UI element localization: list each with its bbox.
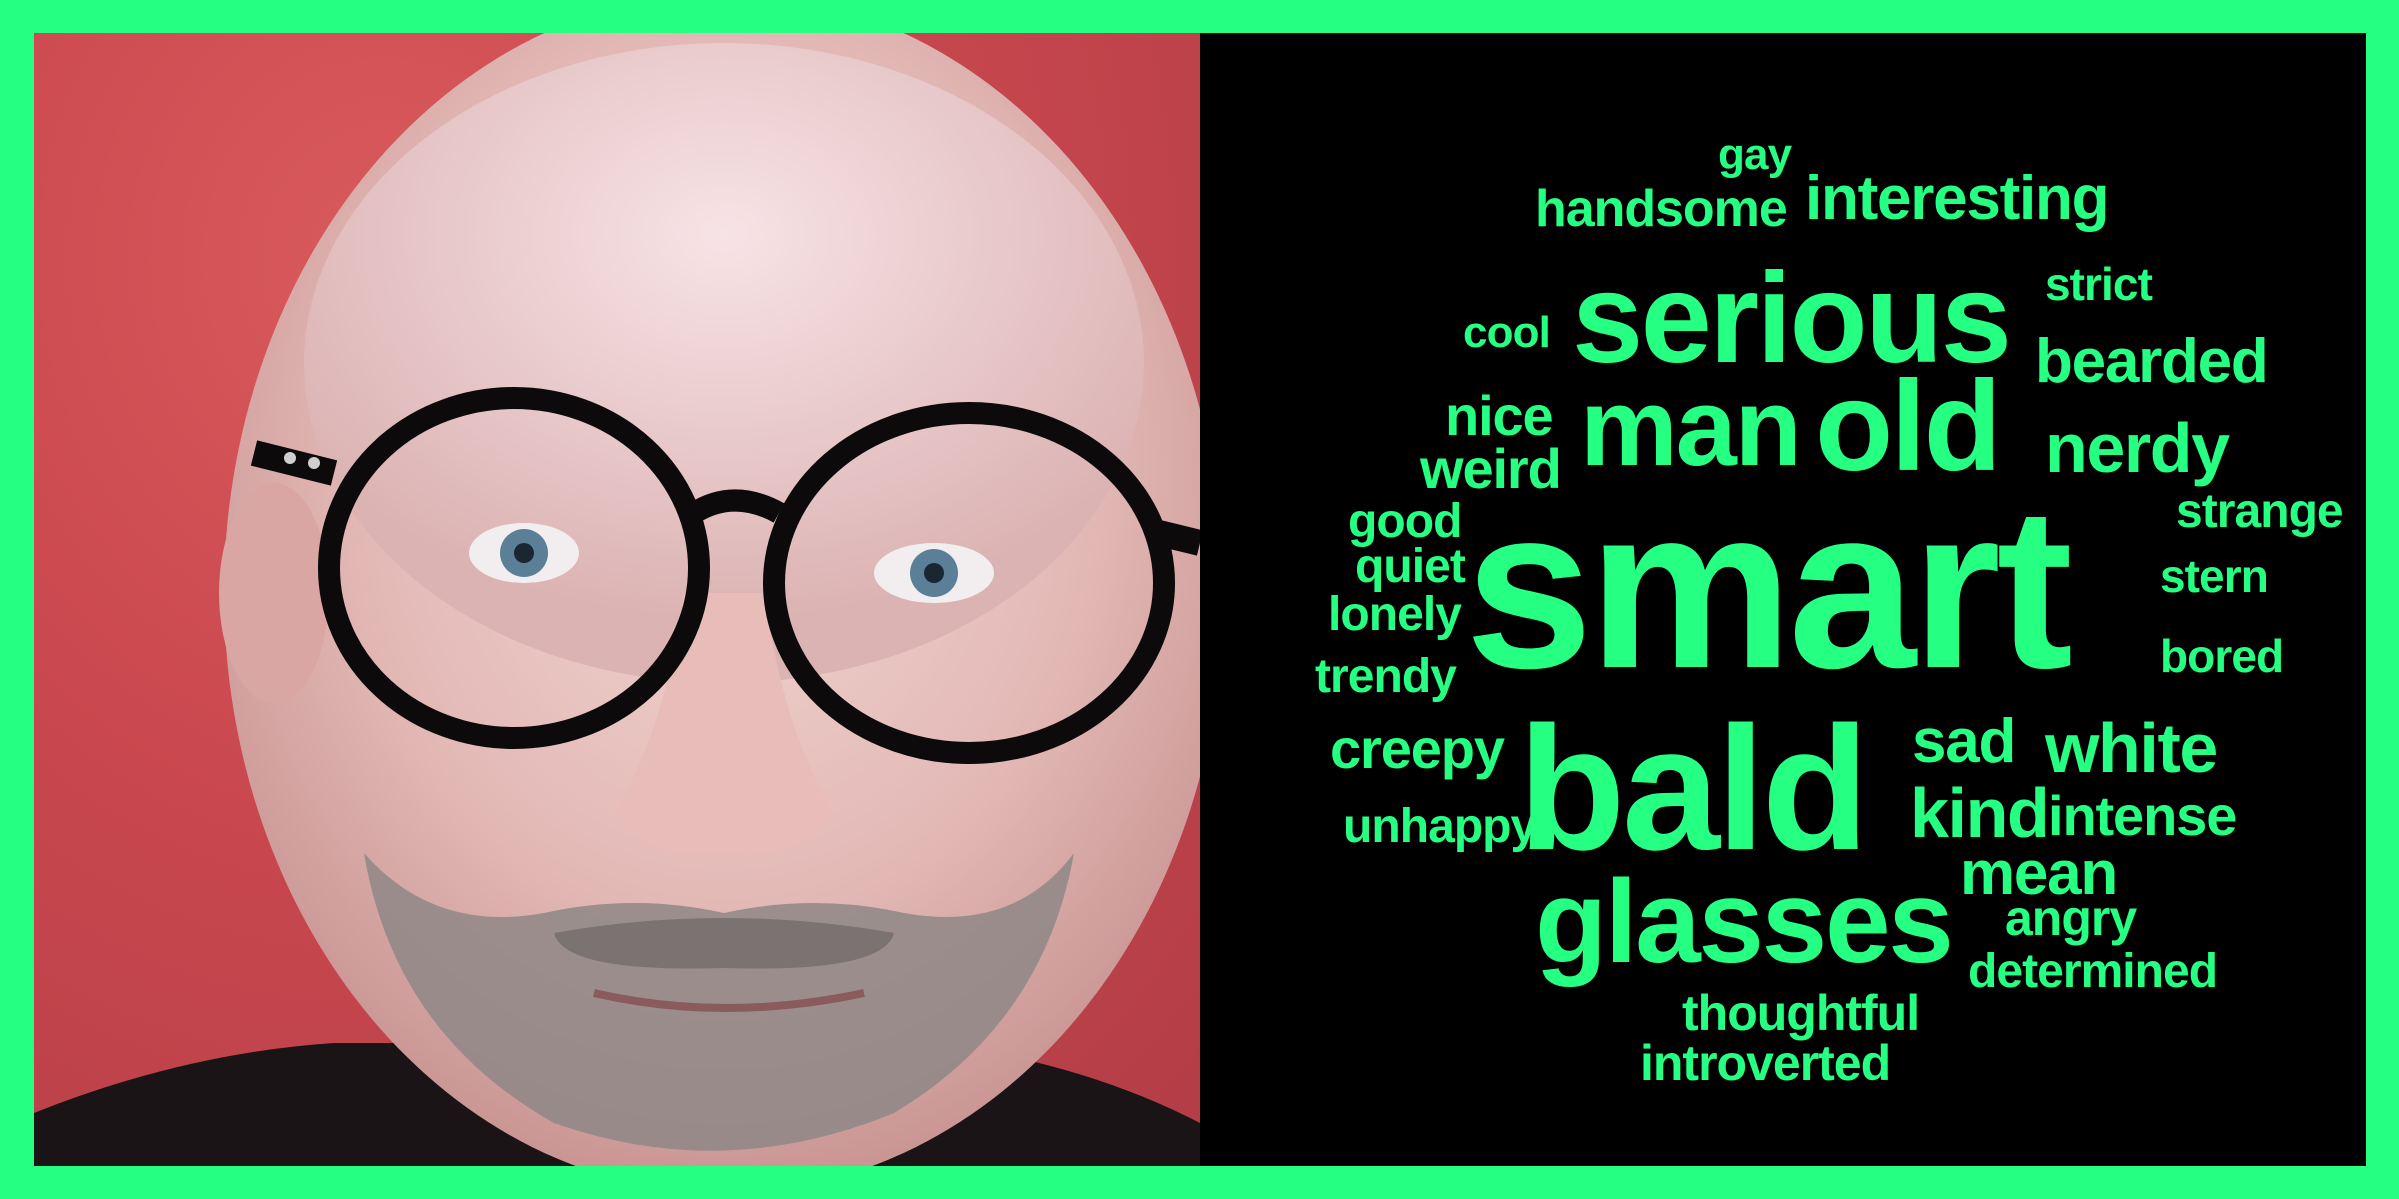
word-lonely: lonely xyxy=(1328,588,1462,641)
word-strict: strict xyxy=(2045,258,2153,310)
word-white: white xyxy=(2045,709,2218,787)
word-bearded: bearded xyxy=(2035,327,2269,396)
word-gay: gay xyxy=(1718,130,1792,179)
word-angry: angry xyxy=(2005,890,2137,946)
word-sad: sad xyxy=(1912,707,2016,776)
portrait-illustration xyxy=(34,33,1200,1166)
word-creepy: creepy xyxy=(1330,717,1505,780)
green-border-frame: gay handsome interesting strict cool ser… xyxy=(0,0,2399,1199)
word-interesting: interesting xyxy=(1805,164,2110,233)
word-handsome: handsome xyxy=(1535,180,1788,238)
word-unhappy: unhappy xyxy=(1343,800,1537,853)
word-kind: kind xyxy=(1910,774,2050,852)
word-good: good xyxy=(1348,495,1462,548)
word-cloud: gay handsome interesting strict cool ser… xyxy=(1200,33,2366,1166)
word-glasses: glasses xyxy=(1535,856,1954,988)
word-bored: bored xyxy=(2160,630,2284,682)
word-stern: stern xyxy=(2160,550,2269,602)
word-strange: strange xyxy=(2176,485,2344,538)
word-smart: smart xyxy=(1465,459,2073,716)
portrait-photo xyxy=(34,33,1200,1166)
word-nerdy: nerdy xyxy=(2045,409,2230,487)
word-quiet: quiet xyxy=(1355,540,1466,593)
word-bald: bald xyxy=(1518,691,1869,887)
word-intense: intense xyxy=(2048,784,2237,847)
word-introverted: introverted xyxy=(1640,1035,1891,1091)
word-trendy: trendy xyxy=(1315,650,1457,703)
word-determined: determined xyxy=(1968,945,2218,998)
word-nice: nice xyxy=(1445,384,1554,447)
word-thoughtful: thoughtful xyxy=(1682,985,1920,1041)
word-cool: cool xyxy=(1463,308,1551,357)
